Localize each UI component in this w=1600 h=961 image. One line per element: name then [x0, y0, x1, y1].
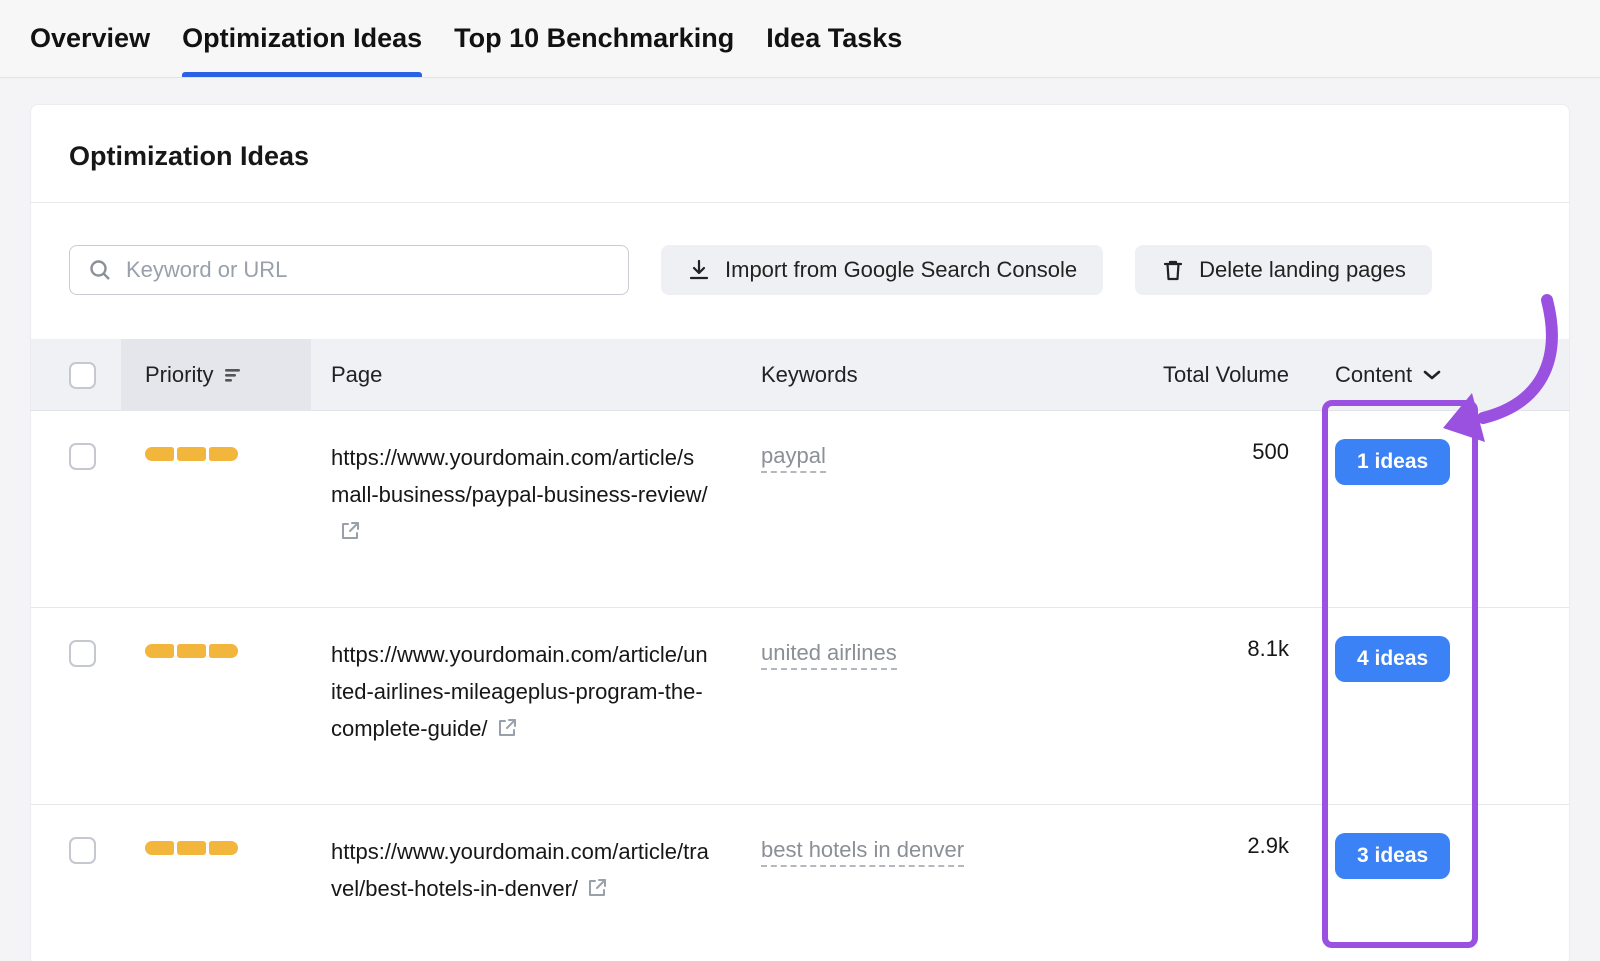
header-page: Page	[311, 339, 741, 411]
row-checkbox-cell	[31, 833, 121, 864]
import-gsc-label: Import from Google Search Console	[725, 257, 1077, 283]
tab-top-10-benchmarking[interactable]: Top 10 Benchmarking	[454, 0, 734, 77]
row-checkbox[interactable]	[69, 640, 96, 667]
priority-indicator	[141, 644, 311, 658]
sort-icon	[223, 366, 245, 384]
page-title: Optimization Ideas	[31, 105, 1569, 202]
header-content-label: Content	[1335, 362, 1412, 388]
page-cell: https://www.yourdomain.com/article/unite…	[311, 636, 741, 747]
content-cell: 4 ideas	[1301, 636, 1569, 682]
keywords-cell: paypal	[741, 439, 1061, 473]
table-row: https://www.yourdomain.com/article/trave…	[31, 805, 1569, 961]
header-total-volume-label: Total Volume	[1163, 362, 1289, 388]
delete-landing-pages-button[interactable]: Delete landing pages	[1135, 245, 1432, 295]
tab-overview[interactable]: Overview	[30, 0, 150, 77]
ideas-button[interactable]: 4 ideas	[1335, 636, 1450, 682]
priority-indicator	[141, 841, 311, 855]
volume-cell: 8.1k	[1061, 636, 1301, 662]
priority-cell	[121, 833, 311, 855]
optimization-ideas-card: Optimization Ideas Import from Google Se…	[30, 104, 1570, 961]
external-link-icon[interactable]	[339, 520, 361, 542]
page-url: https://www.yourdomain.com/article/small…	[331, 445, 708, 507]
table-row: https://www.yourdomain.com/article/small…	[31, 411, 1569, 608]
header-priority-label: Priority	[145, 362, 213, 388]
delete-landing-pages-label: Delete landing pages	[1199, 257, 1406, 283]
total-volume-value: 8.1k	[1247, 636, 1289, 661]
tab-label: Optimization Ideas	[182, 23, 422, 54]
header-priority[interactable]: Priority	[121, 339, 311, 411]
header-page-label: Page	[331, 362, 382, 388]
table-row: https://www.yourdomain.com/article/unite…	[31, 608, 1569, 805]
header-content[interactable]: Content	[1301, 339, 1569, 411]
tab-label: Top 10 Benchmarking	[454, 23, 734, 54]
search-icon	[88, 258, 112, 282]
toolbar: Import from Google Search Console Delete…	[31, 203, 1569, 295]
page-url: https://www.yourdomain.com/article/unite…	[331, 642, 708, 741]
page-url: https://www.yourdomain.com/article/trave…	[331, 839, 709, 901]
header-total-volume: Total Volume	[1061, 339, 1301, 411]
keyword-link[interactable]: best hotels in denver	[761, 837, 964, 867]
row-checkbox[interactable]	[69, 837, 96, 864]
tab-idea-tasks[interactable]: Idea Tasks	[766, 0, 902, 77]
table-header-row: Priority Page Keywords Total Volume	[31, 339, 1569, 411]
header-keywords-label: Keywords	[761, 362, 858, 388]
search-box	[69, 245, 629, 295]
optimization-ideas-table: Priority Page Keywords Total Volume	[31, 339, 1569, 961]
select-all-checkbox[interactable]	[69, 362, 96, 389]
volume-cell: 2.9k	[1061, 833, 1301, 859]
header-checkbox-cell	[31, 339, 121, 411]
ideas-button[interactable]: 3 ideas	[1335, 833, 1450, 879]
tab-optimization-ideas[interactable]: Optimization Ideas	[182, 0, 422, 77]
trash-icon	[1161, 258, 1185, 282]
keywords-cell: united airlines	[741, 636, 1061, 670]
keywords-cell: best hotels in denver	[741, 833, 1061, 867]
content-cell: 1 ideas	[1301, 439, 1569, 485]
external-link-icon[interactable]	[496, 717, 518, 739]
page-cell: https://www.yourdomain.com/article/small…	[311, 439, 741, 550]
row-checkbox[interactable]	[69, 443, 96, 470]
content-cell: 3 ideas	[1301, 833, 1569, 879]
ideas-button[interactable]: 1 ideas	[1335, 439, 1450, 485]
search-input[interactable]	[126, 257, 610, 283]
total-volume-value: 2.9k	[1247, 833, 1289, 858]
page-cell: https://www.yourdomain.com/article/trave…	[311, 833, 741, 907]
priority-cell	[121, 636, 311, 658]
priority-cell	[121, 439, 311, 461]
keyword-link[interactable]: paypal	[761, 443, 826, 473]
external-link-icon[interactable]	[586, 877, 608, 899]
header-keywords: Keywords	[741, 339, 1061, 411]
tab-label: Idea Tasks	[766, 23, 902, 54]
keyword-link[interactable]: united airlines	[761, 640, 897, 670]
row-checkbox-cell	[31, 636, 121, 667]
tab-label: Overview	[30, 23, 150, 54]
priority-indicator	[141, 447, 311, 461]
row-checkbox-cell	[31, 439, 121, 470]
tab-bar: Overview Optimization Ideas Top 10 Bench…	[0, 0, 1600, 78]
import-gsc-button[interactable]: Import from Google Search Console	[661, 245, 1103, 295]
import-download-icon	[687, 258, 711, 282]
chevron-down-icon	[1422, 368, 1442, 382]
volume-cell: 500	[1061, 439, 1301, 465]
total-volume-value: 500	[1252, 439, 1289, 464]
